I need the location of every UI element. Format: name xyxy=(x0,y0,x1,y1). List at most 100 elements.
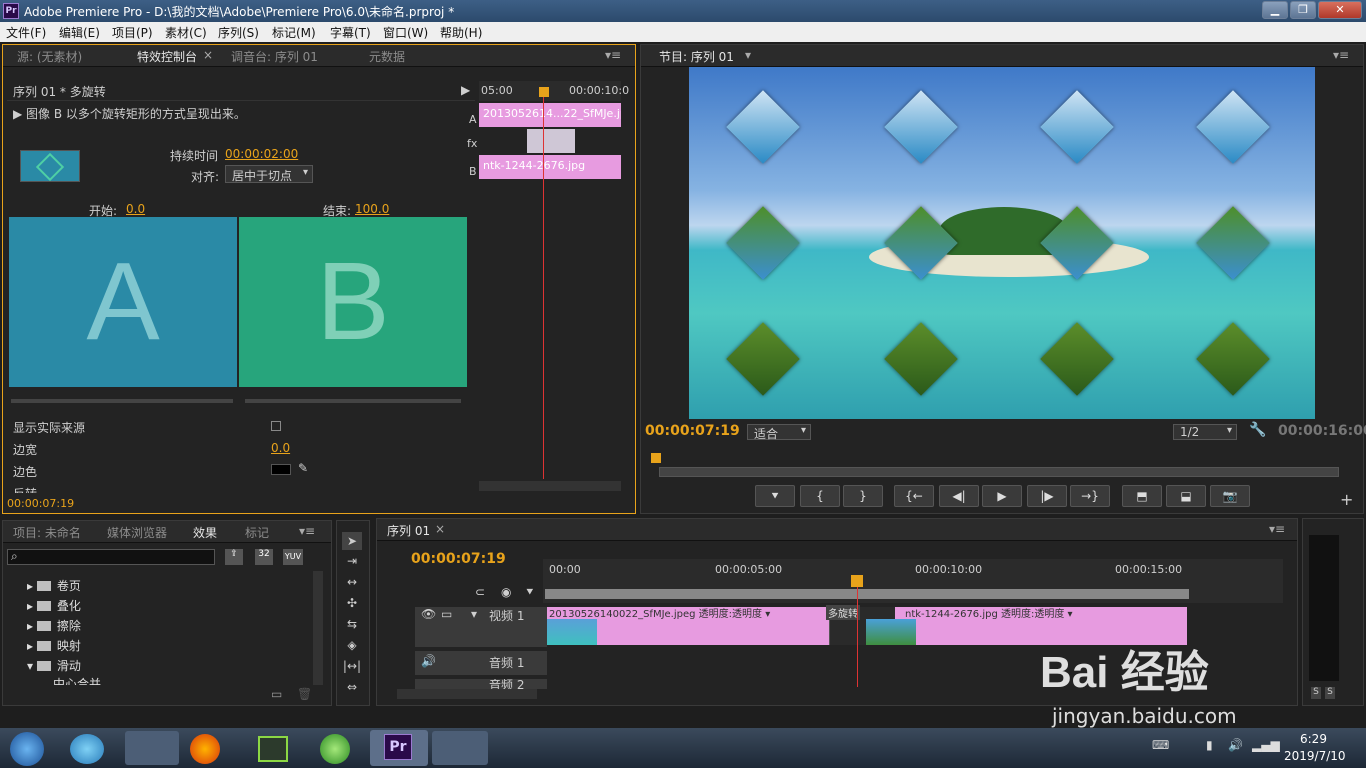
mini-scrollbar[interactable] xyxy=(479,481,621,491)
lift-button[interactable]: ⬒ xyxy=(1122,485,1162,507)
effects-scrollbar[interactable] xyxy=(313,571,323,685)
add-button-icon[interactable]: + xyxy=(1340,490,1353,509)
tab-close-icon[interactable]: × xyxy=(435,522,445,536)
panel-menu-icon[interactable]: ▾≡ xyxy=(1269,522,1285,536)
step-forward-button[interactable]: |▶ xyxy=(1027,485,1067,507)
menu-window[interactable]: 窗口(W) xyxy=(383,24,428,41)
rate-stretch-tool-icon[interactable]: ⇆ xyxy=(342,615,362,633)
battery-icon[interactable]: ▮ xyxy=(1206,738,1213,752)
wrench-icon[interactable]: 🔧 xyxy=(1249,422,1266,438)
tab-sequence[interactable]: 序列 01 xyxy=(387,522,430,539)
transition-block[interactable] xyxy=(527,129,575,153)
32bit-filter-button[interactable]: 32 xyxy=(255,549,273,565)
tab-source[interactable]: 源: (无素材) xyxy=(17,48,82,65)
effects-search-input[interactable]: ⌕ xyxy=(7,549,215,565)
slide-tool-icon[interactable]: ⇔ xyxy=(342,678,362,696)
step-back-button[interactable]: ◀| xyxy=(939,485,979,507)
film-icon[interactable]: ▭ xyxy=(441,607,452,621)
mark-in-button[interactable]: { xyxy=(800,485,840,507)
work-area-bar[interactable] xyxy=(545,589,1189,599)
tab-media-browser[interactable]: 媒体浏览器 xyxy=(107,524,167,541)
ripple-edit-tool-icon[interactable]: ↔ xyxy=(342,573,362,591)
trash-icon[interactable]: 🗑 xyxy=(297,687,312,701)
effects-tree-item[interactable]: ▸ 擦除 xyxy=(27,617,81,634)
panel-menu-icon[interactable]: ▾≡ xyxy=(299,524,315,538)
border-width-value[interactable]: 0.0 xyxy=(271,441,290,455)
duration-value[interactable]: 00:00:02:00 xyxy=(225,147,298,161)
keyboard-icon[interactable]: ⌨ xyxy=(1152,738,1169,752)
fit-dropdown[interactable]: 适合 ▾ xyxy=(747,424,811,441)
media-player-icon[interactable] xyxy=(70,734,104,764)
new-bin-icon[interactable]: ▭ xyxy=(271,687,282,701)
mini-playhead-handle[interactable] xyxy=(539,87,549,97)
marker-icon[interactable]: ⯆ xyxy=(525,585,535,600)
tab-effects[interactable]: 效果 xyxy=(193,524,217,541)
play-transition-icon[interactable]: ▶ xyxy=(461,83,470,97)
add-marker-icon[interactable]: ◉ xyxy=(501,585,511,599)
resolution-dropdown[interactable]: 1/2 ▾ xyxy=(1173,424,1237,440)
align-dropdown[interactable]: 居中于切点 ▾ xyxy=(225,165,313,183)
chevron-down-icon[interactable]: ▾ xyxy=(745,48,751,62)
solo-left-button[interactable]: S xyxy=(1311,687,1321,699)
tab-program[interactable]: 节目: 序列 01 xyxy=(659,48,734,65)
transition-clip[interactable]: 多旋转 xyxy=(826,605,916,645)
end-slider[interactable] xyxy=(245,399,461,403)
menu-title[interactable]: 字幕(T) xyxy=(330,24,371,41)
end-value[interactable]: 100.0 xyxy=(355,202,389,216)
timeline-playhead[interactable] xyxy=(857,577,858,687)
close-button[interactable]: ✕ xyxy=(1318,1,1362,19)
accelerated-filter-button[interactable]: ⇪ xyxy=(225,549,243,565)
menu-project[interactable]: 项目(P) xyxy=(112,24,153,41)
premiere-taskbar-button[interactable]: Pr xyxy=(370,730,428,766)
play-button[interactable]: ▶ xyxy=(982,485,1022,507)
panel-menu-icon[interactable]: ▾≡ xyxy=(605,48,621,62)
yuv-filter-button[interactable]: YUV xyxy=(283,549,303,565)
track-a-clip[interactable]: 2013052614...22_SfMJe.jpeg xyxy=(479,103,621,127)
program-scrubber[interactable] xyxy=(659,467,1339,477)
tab-audio-mixer[interactable]: 调音台: 序列 01 xyxy=(231,48,318,65)
export-frame-button[interactable]: 📷 xyxy=(1210,485,1250,507)
tab-close-icon[interactable]: × xyxy=(203,48,213,62)
notepad-taskbar-button[interactable] xyxy=(432,731,488,765)
menu-help[interactable]: 帮助(H) xyxy=(440,24,482,41)
extract-button[interactable]: ⬓ xyxy=(1166,485,1206,507)
collapse-arrow-icon[interactable]: ▾ xyxy=(471,607,477,621)
maximize-button[interactable]: ❐ xyxy=(1290,1,1316,19)
menu-file[interactable]: 文件(F) xyxy=(6,24,46,41)
razor-tool-icon[interactable]: ◈ xyxy=(342,636,362,654)
eye-icon[interactable]: 👁 xyxy=(421,607,436,621)
track-select-tool-icon[interactable]: ⇥ xyxy=(342,552,362,570)
timeline-scrollbar[interactable] xyxy=(397,689,537,699)
clock-time[interactable]: 6:29 xyxy=(1300,732,1327,746)
rolling-edit-tool-icon[interactable]: ✣ xyxy=(342,594,362,612)
menu-edit[interactable]: 编辑(E) xyxy=(59,24,100,41)
menu-marker[interactable]: 标记(M) xyxy=(272,24,316,41)
timeline-playhead-handle[interactable] xyxy=(851,575,863,587)
show-actual-checkbox[interactable] xyxy=(271,421,281,431)
slip-tool-icon[interactable]: |↔| xyxy=(342,657,362,675)
tab-effect-controls[interactable]: 特效控制台 xyxy=(137,48,197,65)
start-button[interactable] xyxy=(10,732,44,766)
expand-arrow-icon[interactable]: ▶ xyxy=(13,107,26,121)
effects-tree-item[interactable]: ▸ 卷页 xyxy=(27,577,81,594)
browser-icon[interactable] xyxy=(320,734,350,764)
tab-markers[interactable]: 标记 xyxy=(245,524,269,541)
go-to-out-button[interactable]: →} xyxy=(1070,485,1110,507)
camtasia-icon[interactable] xyxy=(258,736,288,762)
snap-icon[interactable]: ⊂ xyxy=(475,585,485,599)
start-value[interactable]: 0.0 xyxy=(126,202,145,216)
add-marker-button[interactable]: ⯆ xyxy=(755,485,795,507)
volume-icon[interactable]: 🔊 xyxy=(1228,738,1243,752)
firefox-icon[interactable] xyxy=(190,734,220,764)
solo-right-button[interactable]: S xyxy=(1325,687,1335,699)
clock-date[interactable]: 2019/7/10 xyxy=(1284,749,1346,763)
eyedropper-icon[interactable]: ✎ xyxy=(298,461,308,475)
effects-tree-item[interactable]: ▾ 滑动 xyxy=(27,657,81,674)
timeline-timecode[interactable]: 00:00:07:19 xyxy=(411,551,506,567)
menu-sequence[interactable]: 序列(S) xyxy=(218,24,259,41)
network-icon[interactable]: ▂▄▆ xyxy=(1252,738,1280,752)
effects-tree-item[interactable]: 中心合并 xyxy=(53,675,101,685)
selection-tool-icon[interactable]: ➤ xyxy=(342,532,362,550)
border-color-swatch[interactable] xyxy=(271,464,291,475)
program-playhead[interactable] xyxy=(651,453,661,463)
